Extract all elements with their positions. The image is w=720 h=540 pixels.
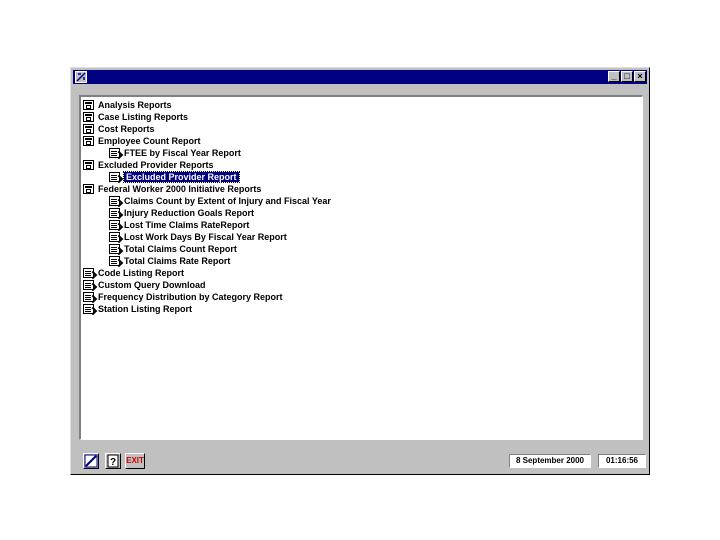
tree-item-label: Cost Reports (98, 124, 155, 134)
tree-item[interactable]: Excluded Provider Report (109, 171, 240, 183)
app-icon[interactable] (75, 71, 87, 83)
status-bar: ? EXIT 8 September 2000 01:16:56 (73, 450, 647, 472)
tree-item-label: Frequency Distribution by Category Repor… (98, 292, 283, 302)
report-icon (83, 280, 94, 290)
tree-item[interactable]: Total Claims Rate Report (109, 255, 230, 267)
report-icon (109, 208, 120, 218)
report-tree[interactable]: Analysis Reports Case Listing Reports Cost… (79, 95, 643, 440)
tree-item[interactable]: Total Claims Count Report (109, 243, 237, 255)
svg-text:?: ? (110, 457, 116, 468)
tree-item-label: Custom Query Download (98, 280, 206, 290)
tree-item-label: FTEE by Fiscal Year Report (124, 148, 241, 158)
tree-item[interactable]: Analysis Reports (83, 99, 172, 111)
tree-item-label: Total Claims Count Report (124, 244, 237, 254)
chart-tool-button[interactable] (83, 453, 99, 469)
folder-icon (83, 160, 94, 170)
tree-item[interactable]: Lost Time Claims RateReport (109, 219, 249, 231)
exit-button[interactable]: EXIT (125, 453, 145, 469)
tree-item[interactable]: Case Listing Reports (83, 111, 188, 123)
tree-item[interactable]: Custom Query Download (83, 279, 206, 291)
tree-item-label: Analysis Reports (98, 100, 172, 110)
tree-item[interactable]: Federal Worker 2000 Initiative Reports (83, 183, 261, 195)
tree-item-label: Lost Time Claims RateReport (124, 220, 250, 230)
tree-item[interactable]: FTEE by Fiscal Year Report (109, 147, 241, 159)
tree-item[interactable]: Employee Count Report (83, 135, 201, 147)
help-button[interactable]: ? (105, 453, 121, 469)
minimize-button[interactable]: _ (608, 71, 620, 82)
folder-icon (83, 112, 94, 122)
tree-item-label: Claims Count by Extent of Injury and Fis… (124, 196, 331, 206)
date-display: 8 September 2000 (509, 454, 591, 468)
tree-item-label: Total Claims Rate Report (124, 256, 231, 266)
title-bar[interactable]: _ □ × (73, 70, 647, 84)
help-icon: ? (107, 454, 119, 468)
report-icon (109, 196, 120, 206)
report-icon (83, 268, 94, 278)
tree-item-label: Employee Count Report (98, 136, 201, 146)
maximize-button[interactable]: □ (621, 71, 633, 82)
tree-item-label: Excluded Provider Report (123, 171, 240, 183)
tree-item[interactable]: Cost Reports (83, 123, 155, 135)
tree-item-label: Code Listing Report (98, 268, 184, 278)
tree-item-label: Case Listing Reports (98, 112, 189, 122)
report-icon (83, 292, 94, 302)
tree-item-label: Lost Work Days By Fiscal Year Report (124, 232, 287, 242)
folder-icon (83, 136, 94, 146)
time-display: 01:16:56 (598, 454, 646, 468)
report-icon (83, 304, 94, 314)
tree-item-label: Injury Reduction Goals Report (124, 208, 255, 218)
close-button[interactable]: × (634, 71, 646, 82)
folder-icon (83, 124, 94, 134)
tree-item[interactable]: Excluded Provider Reports (83, 159, 214, 171)
tree-item-label: Excluded Provider Reports (98, 160, 214, 170)
tree-item[interactable]: Claims Count by Extent of Injury and Fis… (109, 195, 331, 207)
folder-icon (83, 100, 94, 110)
report-icon (109, 232, 120, 242)
report-icon (109, 220, 120, 230)
tree-item-label: Station Listing Report (98, 304, 192, 314)
main-window: _ □ × Analysis Reports Case Listing Repor… (70, 67, 650, 475)
chart-tool-icon (84, 454, 98, 468)
report-icon (109, 148, 120, 158)
report-icon (109, 172, 120, 182)
tree-item[interactable]: Station Listing Report (83, 303, 192, 315)
tree-item[interactable]: Code Listing Report (83, 267, 184, 279)
tree-item[interactable]: Frequency Distribution by Category Repor… (83, 291, 283, 303)
tree-item[interactable]: Lost Work Days By Fiscal Year Report (109, 231, 287, 243)
report-icon (109, 244, 120, 254)
tree-item[interactable]: Injury Reduction Goals Report (109, 207, 254, 219)
tree-item-label: Federal Worker 2000 Initiative Reports (98, 184, 262, 194)
folder-icon (83, 184, 94, 194)
report-icon (109, 256, 120, 266)
